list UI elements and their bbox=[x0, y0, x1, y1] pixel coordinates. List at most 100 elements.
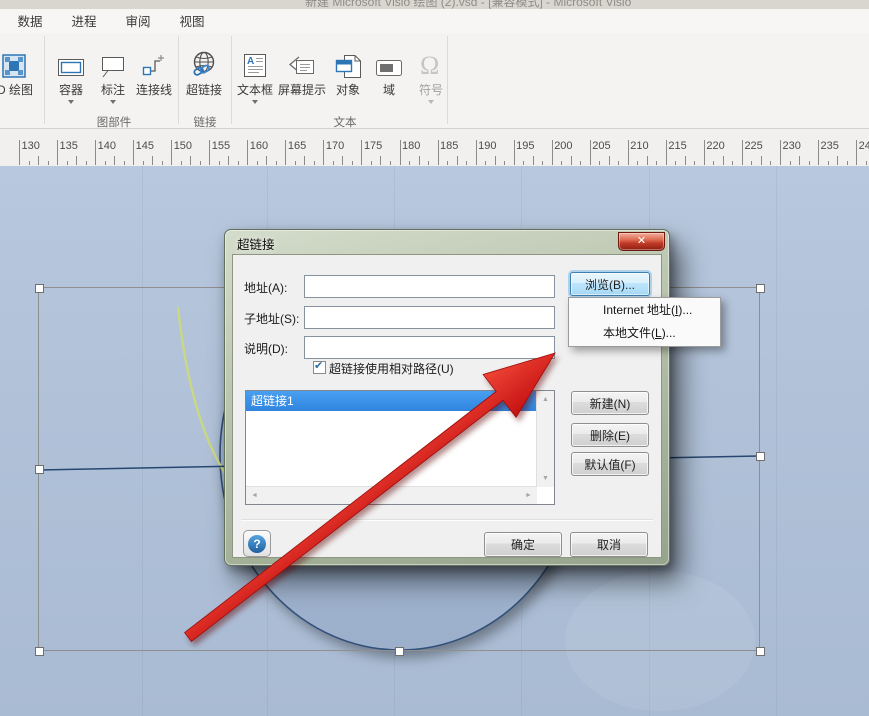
ruler-tick bbox=[770, 161, 771, 165]
list-item[interactable]: 超链接1 bbox=[246, 391, 536, 411]
container-button[interactable]: 容器 bbox=[50, 37, 92, 104]
relative-path-checkbox[interactable]: ✔ bbox=[313, 361, 326, 374]
ruler-number: 170 bbox=[326, 140, 344, 152]
ruler-number: 190 bbox=[478, 140, 496, 152]
ruler-tick bbox=[181, 161, 182, 165]
ruler-tick bbox=[704, 140, 705, 165]
subaddress-label: 子地址(S): bbox=[244, 310, 299, 327]
ruler-tick bbox=[400, 140, 401, 165]
group-label-diagram-parts: 图部件 bbox=[80, 114, 148, 130]
group-divider bbox=[178, 36, 179, 124]
default-button[interactable]: 默认值(F) bbox=[571, 452, 649, 476]
field-button[interactable]: 域 bbox=[371, 37, 407, 97]
browse-button-label: 浏览(B)... bbox=[585, 276, 635, 293]
vertical-scrollbar[interactable]: ▲ ▼ bbox=[536, 391, 554, 487]
ruler-tick bbox=[504, 161, 505, 165]
ruler-tick bbox=[209, 140, 210, 165]
cad-drawing-button[interactable]: D 绘图 bbox=[0, 37, 44, 97]
object-button[interactable]: 对象 bbox=[329, 37, 367, 97]
screentip-button[interactable]: 屏幕提示 bbox=[276, 37, 328, 97]
tab-进程[interactable]: 进程 bbox=[62, 12, 106, 32]
ruler-tick bbox=[114, 156, 115, 165]
ruler-number: 240 bbox=[859, 140, 869, 152]
scroll-right-icon[interactable]: ► bbox=[520, 487, 537, 504]
selection-handle[interactable] bbox=[756, 452, 765, 461]
ruler-number: 195 bbox=[516, 140, 534, 152]
cad-drawing-label: D 绘图 bbox=[0, 83, 44, 97]
ruler-number: 135 bbox=[60, 140, 78, 152]
chevron-down-icon bbox=[110, 100, 116, 104]
ruler-tick bbox=[561, 161, 562, 165]
ruler-tick bbox=[105, 161, 106, 165]
selection-handle[interactable] bbox=[35, 465, 44, 474]
ruler-tick bbox=[685, 156, 686, 165]
ruler-tick bbox=[228, 156, 229, 165]
ruler-number: 155 bbox=[212, 140, 230, 152]
hyperlink-button[interactable]: 超链接 bbox=[181, 37, 227, 97]
scroll-down-icon[interactable]: ▼ bbox=[537, 470, 554, 487]
selection-handle[interactable] bbox=[35, 284, 44, 293]
ribbon-tabs: 数据进程审阅视图 bbox=[0, 9, 869, 33]
ruler-tick bbox=[523, 161, 524, 165]
tab-数据[interactable]: 数据 bbox=[8, 12, 52, 32]
menu-item-2[interactable]: 本地文件(L)... bbox=[569, 322, 720, 345]
scroll-left-icon[interactable]: ◄ bbox=[246, 487, 263, 504]
object-icon bbox=[329, 37, 367, 79]
help-button[interactable]: ? bbox=[243, 530, 271, 557]
selection-handle[interactable] bbox=[395, 647, 404, 656]
delete-button-label: 删除(E) bbox=[590, 427, 630, 444]
ruler-tick bbox=[476, 140, 477, 165]
selection-handle[interactable] bbox=[756, 647, 765, 656]
ok-button-label: 确定 bbox=[511, 536, 535, 553]
ruler-tick bbox=[76, 156, 77, 165]
screentip-label: 屏幕提示 bbox=[276, 83, 328, 97]
ok-button[interactable]: 确定 bbox=[484, 532, 562, 557]
ruler-tick bbox=[828, 161, 829, 165]
browse-menu: Internet 地址(I)...本地文件(L)... bbox=[568, 297, 721, 347]
selection-handle[interactable] bbox=[35, 647, 44, 656]
connector-button[interactable]: 连接线 bbox=[129, 37, 179, 97]
ruler-tick bbox=[485, 161, 486, 165]
subaddress-input[interactable] bbox=[304, 306, 555, 329]
ruler-ticks: 1301351401451501551601651701751801851901… bbox=[0, 129, 869, 166]
address-label: 地址(A): bbox=[244, 279, 287, 296]
ruler-tick bbox=[409, 161, 410, 165]
address-input[interactable] bbox=[304, 275, 555, 298]
ruler-tick bbox=[647, 156, 648, 165]
close-button[interactable]: ✕ bbox=[618, 232, 665, 251]
dialog-title: 超链接 bbox=[237, 234, 275, 253]
ruler-tick bbox=[124, 161, 125, 165]
ruler-tick bbox=[856, 140, 857, 165]
delete-button[interactable]: 删除(E) bbox=[571, 423, 649, 447]
ruler-tick bbox=[495, 156, 496, 165]
horizontal-scrollbar[interactable]: ◄ ► bbox=[246, 486, 537, 504]
container-icon bbox=[50, 37, 92, 79]
tab-视图[interactable]: 视图 bbox=[170, 12, 214, 32]
cancel-button[interactable]: 取消 bbox=[570, 532, 648, 557]
textbox-button[interactable]: A 文本框 bbox=[232, 37, 278, 104]
callout-button[interactable]: 标注 bbox=[92, 37, 134, 104]
group-label-text: 文本 bbox=[310, 114, 380, 130]
ruler-tick bbox=[837, 156, 838, 165]
browse-button[interactable]: 浏览(B)... bbox=[570, 272, 650, 296]
scroll-up-icon[interactable]: ▲ bbox=[537, 391, 554, 408]
ruler-tick bbox=[133, 140, 134, 165]
description-input[interactable] bbox=[304, 336, 555, 359]
hyperlink-list[interactable]: 超链接1 ▲ ▼ ◄ ► bbox=[245, 390, 555, 505]
textbox-label: 文本框 bbox=[232, 83, 278, 97]
ruler-tick bbox=[599, 161, 600, 165]
ruler-tick bbox=[628, 140, 629, 165]
ruler-tick bbox=[618, 161, 619, 165]
svg-text:Ω: Ω bbox=[420, 51, 439, 79]
ruler-tick bbox=[314, 161, 315, 165]
help-icon: ? bbox=[248, 535, 266, 553]
tab-审阅[interactable]: 审阅 bbox=[116, 12, 160, 32]
selection-handle[interactable] bbox=[756, 284, 765, 293]
ruler-tick bbox=[380, 156, 381, 165]
group-label-links: 链接 bbox=[175, 114, 235, 130]
ruler-number: 220 bbox=[706, 140, 724, 152]
new-button[interactable]: 新建(N) bbox=[571, 391, 649, 415]
ruler-number: 185 bbox=[440, 140, 458, 152]
ruler-tick bbox=[438, 140, 439, 165]
menu-item-1[interactable]: Internet 地址(I)... bbox=[569, 299, 720, 322]
